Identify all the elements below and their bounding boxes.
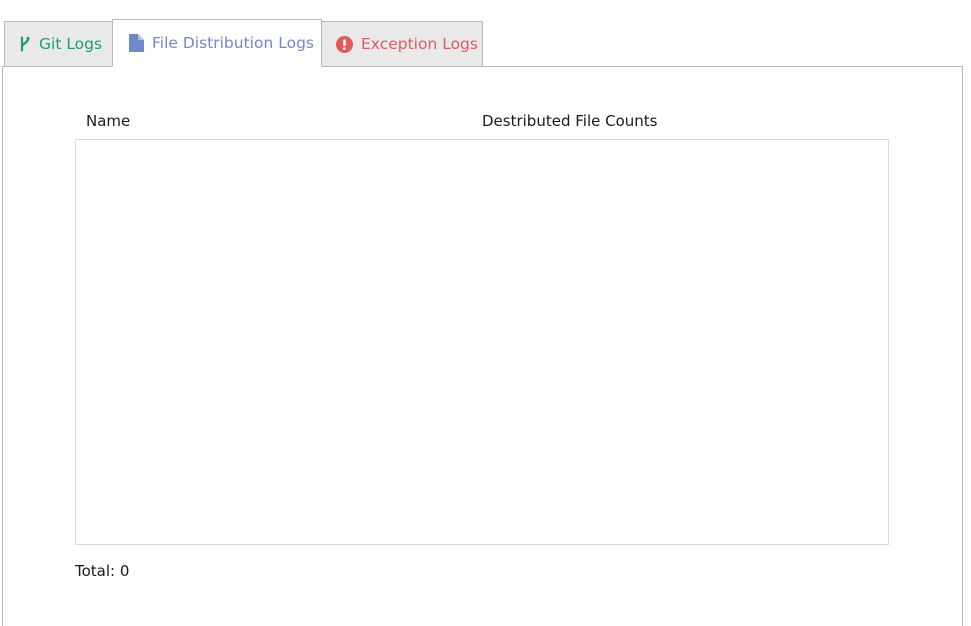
- git-branch-icon: [19, 36, 31, 52]
- tab-file-distribution-logs[interactable]: File Distribution Logs: [112, 19, 322, 67]
- tab-exception-logs-label: Exception Logs: [361, 35, 478, 53]
- tab-git-logs-label: Git Logs: [39, 35, 103, 53]
- tab-git-logs[interactable]: Git Logs: [4, 21, 113, 67]
- total-label: Total:: [75, 562, 116, 580]
- log-viewer: Git Logs File Distribution Logs Exceptio…: [0, 0, 971, 626]
- file-distribution-list[interactable]: [75, 139, 889, 545]
- exclamation-circle-icon: [336, 35, 353, 53]
- tab-exception-logs[interactable]: Exception Logs: [321, 21, 483, 67]
- total-count: Total: 0: [75, 562, 129, 580]
- tab-file-distribution-logs-label: File Distribution Logs: [152, 34, 314, 52]
- file-icon: [129, 34, 144, 52]
- column-header-name[interactable]: Name: [86, 112, 130, 130]
- total-value: 0: [119, 562, 130, 580]
- column-header-distributed-file-counts[interactable]: Destributed File Counts: [482, 112, 657, 130]
